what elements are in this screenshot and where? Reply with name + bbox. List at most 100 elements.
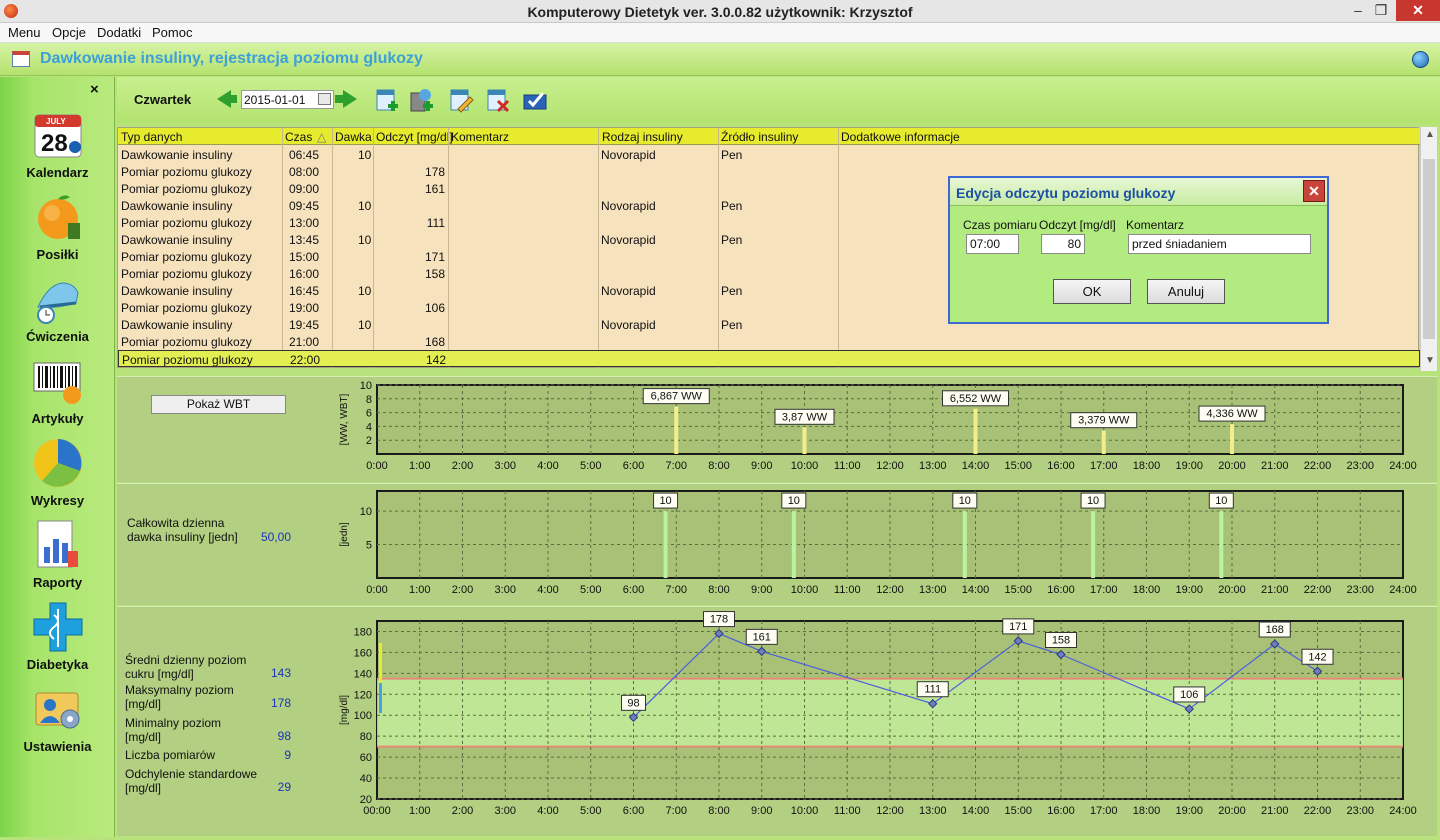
data-label: 6,552 WW xyxy=(950,393,1002,405)
scroll-up-icon[interactable]: ▲ xyxy=(1425,129,1435,140)
maximize-button[interactable]: ❐ xyxy=(1368,0,1394,21)
cell-typ: Dawkowanie insuliny xyxy=(121,148,233,162)
data-label: 10 xyxy=(788,495,800,507)
stat-value-avg: 143 xyxy=(270,666,291,680)
x-tick-label: 6:00 xyxy=(623,584,644,596)
y-axis-label: [mg/dl] xyxy=(339,695,350,725)
stat-value-count: 9 xyxy=(284,748,291,762)
sidebar-item-ustawienia[interactable]: Ustawienia xyxy=(0,683,115,763)
cell-odczyt: 161 xyxy=(424,182,445,196)
x-tick-label: 20:00 xyxy=(1218,460,1246,472)
x-tick-label: 21:00 xyxy=(1261,805,1289,817)
menu-item-menu[interactable]: Menu xyxy=(8,25,41,40)
x-tick-label: 2:00 xyxy=(452,584,473,596)
y-tick-label: 4 xyxy=(366,421,372,433)
reading-input[interactable]: 80 xyxy=(1041,234,1085,254)
cancel-button[interactable]: Anuluj xyxy=(1147,279,1225,304)
label-odczyt: Odczyt [mg/dl] xyxy=(1039,218,1116,232)
x-tick-label: 6:00 xyxy=(623,805,644,817)
comment-input[interactable]: przed śniadaniem xyxy=(1128,234,1311,254)
next-day-arrow-icon[interactable] xyxy=(335,90,357,108)
x-tick-label: 19:00 xyxy=(1175,584,1203,596)
x-tick-label: 8:00 xyxy=(708,584,729,596)
y-tick-label: 40 xyxy=(360,773,372,785)
x-tick-label: 12:00 xyxy=(876,805,904,817)
sidebar-item-artykuly[interactable]: Artykuły xyxy=(0,355,115,435)
sidebar-item-label: Raporty xyxy=(32,575,83,590)
previous-day-arrow-icon[interactable] xyxy=(217,90,237,108)
y-tick-label: 140 xyxy=(354,668,372,680)
y-tick-label: 100 xyxy=(354,710,372,722)
data-label: 10 xyxy=(1087,495,1099,507)
scroll-thumb[interactable] xyxy=(1423,159,1435,339)
x-tick-label: 1:00 xyxy=(409,805,430,817)
table-scrollbar[interactable]: ▲ ▼ xyxy=(1420,127,1437,371)
x-tick-label: 4:00 xyxy=(537,460,558,472)
x-tick-label: 24:00 xyxy=(1389,584,1417,596)
sidebar-close-icon[interactable]: × xyxy=(90,81,99,98)
stat-label-std: Odchylenie standardowe [mg/dl] xyxy=(125,767,258,795)
column-header-dodatkowe[interactable]: Dodatkowe informacje xyxy=(841,130,960,144)
cell-zrodlo: Pen xyxy=(721,233,743,247)
x-tick-label: 13:00 xyxy=(919,805,947,817)
x-tick-label: 2:00 xyxy=(452,460,473,472)
sidebar: × JULY 28 Kalendarz Posiłki Ćwiczenia Ar… xyxy=(0,77,115,837)
confirm-icon[interactable] xyxy=(522,87,548,113)
calendar-dropdown-icon[interactable] xyxy=(318,93,331,105)
cell-dawka: 10 xyxy=(358,284,372,298)
glucose-panel: Średni dzienny poziom cukru [mg/dl] 143 … xyxy=(117,606,1437,836)
window-title: Komputerowy Dietetyk ver. 3.0.0.82 użytk… xyxy=(527,4,913,20)
sidebar-item-cwiczenia[interactable]: Ćwiczenia xyxy=(0,273,115,353)
x-tick-label: 14:00 xyxy=(962,584,990,596)
edit-record-icon[interactable] xyxy=(448,87,474,113)
dialog-titlebar: Edycja odczytu poziomu glukozy xyxy=(950,178,1327,206)
x-tick-label: 11:00 xyxy=(834,584,861,596)
column-header-czas[interactable]: Czas xyxy=(285,130,312,144)
y-tick-label: 6 xyxy=(366,408,372,420)
cell-rodzaj: Novorapid xyxy=(601,284,656,298)
column-header-dawka[interactable]: Dawka xyxy=(335,130,372,144)
sidebar-item-raporty[interactable]: Raporty xyxy=(0,519,115,599)
sidebar-item-label: Artykuły xyxy=(31,411,84,426)
settings-icon xyxy=(35,692,80,729)
x-tick-label: 17:00 xyxy=(1090,460,1118,472)
table-row[interactable]: Pomiar poziomu glukozy 21:00 168 xyxy=(118,333,1420,350)
column-header-komentarz[interactable]: Komentarz xyxy=(451,130,509,144)
close-button[interactable]: ✕ xyxy=(1396,0,1440,21)
table-row[interactable]: Dawkowanie insuliny 06:45 10 Novorapid Pen xyxy=(118,146,1420,163)
carbs-panel: Pokaż WBT 2 4 6 8 10 0:00 1:00 2:00 3:00 4:00 5:00… xyxy=(117,376,1437,482)
column-header-rodzaj[interactable]: Rodzaj insuliny xyxy=(602,130,683,144)
time-input[interactable]: 07:00 xyxy=(966,234,1019,254)
y-tick-label: 5 xyxy=(366,540,372,552)
x-tick-label: 1:00 xyxy=(409,460,430,472)
bar xyxy=(791,511,796,578)
date-picker[interactable]: 2015-01-01 xyxy=(241,90,334,109)
table-row[interactable]: Pomiar poziomu glukozy 22:00 142 xyxy=(118,350,1420,367)
globe-icon[interactable] xyxy=(1412,51,1429,68)
menu-item-opcje[interactable]: Opcje xyxy=(52,25,86,40)
sidebar-item-posilki[interactable]: Posiłki xyxy=(0,191,115,271)
delete-record-icon[interactable] xyxy=(485,87,511,113)
sidebar-item-diabetyka[interactable]: Diabetyka xyxy=(0,601,115,681)
sidebar-item-kalendarz[interactable]: JULY 28 Kalendarz xyxy=(0,109,115,189)
day-label: Czwartek xyxy=(134,92,192,107)
column-header-zrodlo[interactable]: Źródło insuliny xyxy=(721,130,798,144)
add-record-icon[interactable] xyxy=(375,87,401,113)
x-tick-label: 7:00 xyxy=(666,584,687,596)
menu-item-dodatki[interactable]: Dodatki xyxy=(97,25,141,40)
x-tick-label: 10:00 xyxy=(791,584,819,596)
ok-button[interactable]: OK xyxy=(1053,279,1131,304)
add-insulin-icon[interactable] xyxy=(408,87,434,113)
x-tick-label: 21:00 xyxy=(1261,584,1289,596)
bar xyxy=(1101,430,1106,454)
insulin-label-line1: Całkowita dzienna xyxy=(127,516,225,530)
column-header-odczyt[interactable]: Odczyt [mg/dl] xyxy=(376,130,453,144)
show-wbt-button[interactable]: Pokaż WBT xyxy=(151,395,286,414)
cell-czas: 16:00 xyxy=(289,267,320,281)
scroll-down-icon[interactable]: ▼ xyxy=(1425,355,1435,366)
dialog-close-icon[interactable]: ✕ xyxy=(1303,180,1325,202)
column-header-typ[interactable]: Typ danych xyxy=(121,130,182,144)
medical-icon xyxy=(33,602,83,652)
sidebar-item-wykresy[interactable]: Wykresy xyxy=(0,437,115,517)
menu-item-pomoc[interactable]: Pomoc xyxy=(152,25,192,40)
